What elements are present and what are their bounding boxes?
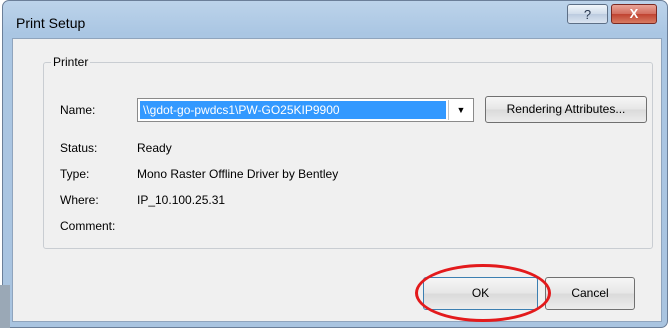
printer-groupbox: Printer Name: \\gdot-go-pwdcs1\PW-GO25KI… xyxy=(43,55,653,249)
comment-label: Comment: xyxy=(60,219,116,233)
titlebar[interactable]: Print Setup ? X xyxy=(11,1,661,37)
printer-group-label: Printer xyxy=(51,55,91,69)
rendering-attributes-button[interactable]: Rendering Attributes... xyxy=(485,96,647,123)
ok-button[interactable]: OK xyxy=(423,277,538,310)
status-label: Status: xyxy=(60,141,98,155)
cancel-button[interactable]: Cancel xyxy=(545,277,635,310)
status-value: Ready xyxy=(137,141,172,155)
dialog-window-frame: Print Setup ? X Printer Name: \\gdot-go-… xyxy=(2,0,668,328)
type-label: Type: xyxy=(60,167,90,181)
chevron-down-icon[interactable]: ▼ xyxy=(448,100,473,120)
printer-name-select[interactable]: \\gdot-go-pwdcs1\PW-GO25KIP9900 ▼ xyxy=(137,98,474,122)
help-icon: ? xyxy=(583,7,592,22)
close-button[interactable]: X xyxy=(611,4,657,24)
background-window-edge xyxy=(0,285,10,328)
where-label: Where: xyxy=(60,193,99,207)
where-value: IP_10.100.25.31 xyxy=(137,193,226,207)
help-button[interactable]: ? xyxy=(567,4,608,24)
printer-name-value: \\gdot-go-pwdcs1\PW-GO25KIP9900 xyxy=(140,101,446,119)
name-label: Name: xyxy=(60,103,96,117)
close-icon: X xyxy=(629,6,639,21)
type-value: Mono Raster Offline Driver by Bentley xyxy=(137,167,339,181)
dialog-client-area: Printer Name: \\gdot-go-pwdcs1\PW-GO25KI… xyxy=(12,38,662,322)
window-title: Print Setup xyxy=(16,15,86,31)
